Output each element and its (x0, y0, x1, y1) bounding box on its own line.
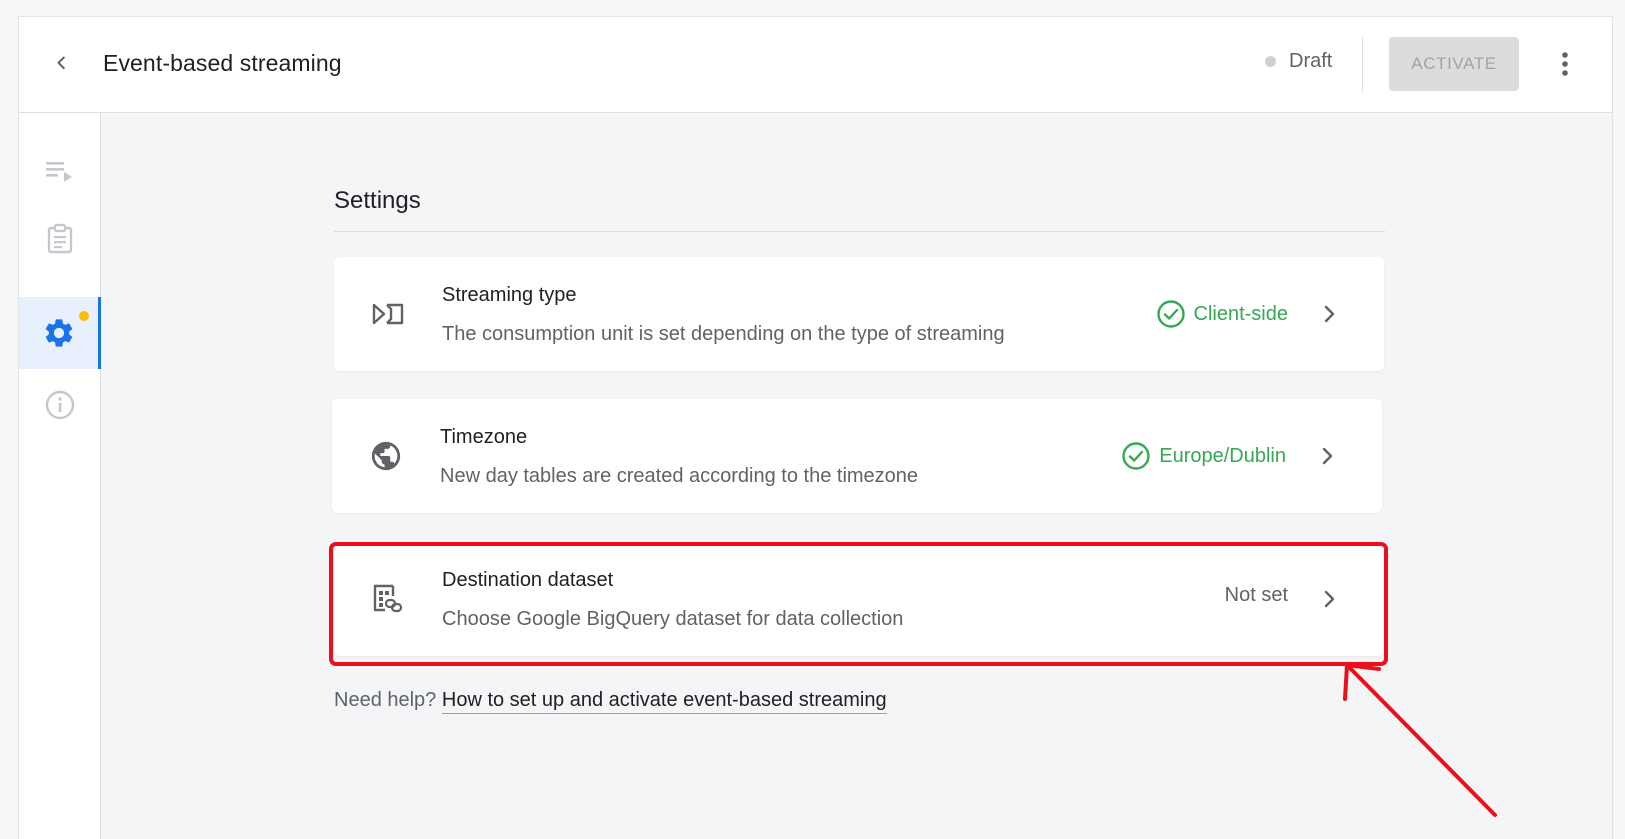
activate-button[interactable]: ACTIVATE (1389, 37, 1519, 91)
help-prefix: Need help? (334, 689, 437, 711)
sidebar-item-queue[interactable] (19, 135, 101, 207)
timezone-card[interactable]: Timezone New day tables are created acco… (332, 399, 1382, 513)
card-title: Streaming type (442, 284, 577, 306)
settings-heading: Settings (334, 187, 421, 214)
sidebar-item-details[interactable] (19, 203, 101, 275)
help-line: Need help? How to set up and activate ev… (334, 689, 887, 714)
app-window: Event-based streaming Draft ACTIVATE Set… (18, 16, 1613, 839)
globe-icon (368, 438, 404, 474)
chevron-right-icon (1318, 300, 1342, 328)
destination-dataset-card[interactable]: Destination dataset Choose Google BigQue… (334, 542, 1384, 656)
header-divider (1362, 37, 1363, 93)
more-vertical-icon (1562, 52, 1568, 76)
playlist-icon (46, 162, 72, 182)
card-title: Timezone (440, 426, 528, 448)
arrow-annotation-icon (1343, 663, 1497, 817)
status-label: Draft (1289, 50, 1333, 72)
page-title: Event-based streaming (103, 50, 342, 76)
sidebar (19, 113, 101, 839)
help-link[interactable]: How to set up and activate event-based s… (441, 689, 887, 714)
chevron-right-icon (1316, 442, 1340, 470)
streaming-type-icon (370, 296, 406, 332)
card-title: Destination dataset (442, 569, 614, 591)
card-description: New day tables are created according to … (440, 465, 919, 487)
check-circle-icon (1122, 442, 1150, 470)
back-button[interactable] (45, 47, 77, 79)
chevron-right-icon (1318, 585, 1342, 613)
card-description: The consumption unit is set depending on… (442, 323, 1005, 345)
status-dot-icon (1265, 56, 1276, 67)
header-bar: Event-based streaming Draft ACTIVATE (19, 17, 1612, 113)
card-value-label: Not set (1224, 584, 1288, 606)
clipboard-icon (47, 223, 73, 254)
status-indicator: Draft (1265, 50, 1332, 73)
sidebar-item-settings[interactable] (19, 297, 101, 369)
settings-divider (334, 231, 1385, 232)
settings-alert-badge (79, 311, 89, 321)
card-value-label: Client-side (1193, 302, 1288, 325)
streaming-type-card[interactable]: Streaming type The consumption unit is s… (334, 257, 1384, 371)
card-description: Choose Google BigQuery dataset for data … (442, 608, 904, 630)
timezone-value: Europe/Dublin (1121, 441, 1286, 471)
sidebar-item-info[interactable] (19, 369, 101, 441)
card-value-label: Europe/Dublin (1159, 444, 1286, 467)
check-circle-icon (1156, 300, 1185, 328)
gear-icon (45, 319, 72, 347)
destination-dataset-value: Not set (1225, 584, 1288, 607)
info-icon (45, 390, 75, 420)
more-options-button[interactable] (1549, 47, 1581, 81)
chevron-left-icon (57, 56, 65, 70)
dataset-link-icon (370, 581, 406, 617)
streaming-type-value: Client-side (1156, 299, 1288, 329)
